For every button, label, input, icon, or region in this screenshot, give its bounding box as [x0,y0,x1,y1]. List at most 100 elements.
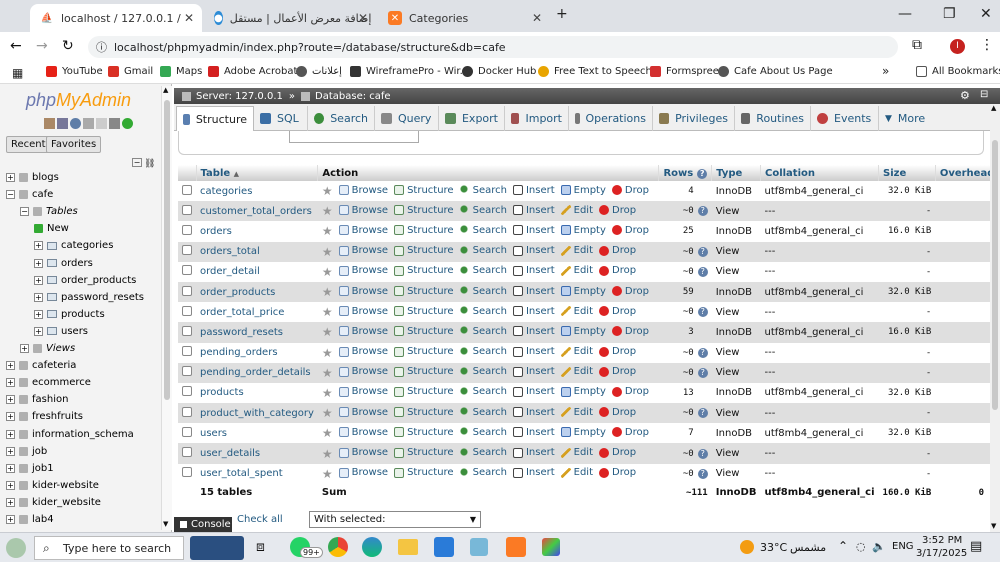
volume-icon[interactable]: 🔈 [872,540,886,553]
expand-icon[interactable]: + [6,497,15,507]
bookmark-wireframepro[interactable]: WireframePro - Wir... [350,66,469,77]
table-name-link[interactable]: user_total_spent [196,463,318,484]
structure-action[interactable]: Structure [394,245,454,256]
row-checkbox[interactable] [182,406,192,417]
network-icon[interactable]: ◌ [856,540,866,553]
breadcrumb-server[interactable]: Server: 127.0.0.1 [196,91,283,102]
expand-icon[interactable]: + [6,463,15,473]
insert-action[interactable]: Insert [512,326,555,337]
tab-more[interactable]: ▼ More [879,106,939,131]
file-explorer-icon[interactable] [398,539,418,555]
row-checkbox[interactable] [182,245,192,256]
help-icon[interactable]: ? [697,307,708,318]
insert-action[interactable]: Insert [512,225,555,236]
insert-action[interactable]: Insert [512,245,555,256]
row-checkbox[interactable] [182,224,192,235]
menu-kebab-icon[interactable]: ⋮ [980,37,994,53]
tab-operations[interactable]: Operations [569,106,653,131]
browse-action[interactable]: Browse [338,265,388,276]
table-name-link[interactable]: order_products [196,281,318,303]
tree-item-cafe[interactable]: − cafe [6,189,53,200]
expand-icon[interactable]: + [34,258,43,268]
table-name-link[interactable]: customer_total_orders [196,201,318,222]
copy-icon[interactable] [96,118,107,129]
col-rows[interactable]: Rows? [658,165,713,181]
search-action[interactable]: Search [459,265,507,276]
empty-action[interactable]: Empty [560,386,606,397]
console-toggle[interactable]: Console [174,517,232,532]
search-action[interactable]: Search [459,245,507,256]
favorite-star-icon[interactable]: ★ [322,285,333,299]
tree-item-views[interactable]: + Views [20,343,75,354]
drop-action[interactable]: Drop [599,407,636,418]
edit-action[interactable]: Edit [560,245,593,256]
browse-action[interactable]: Browse [338,185,388,196]
drop-action[interactable]: Drop [611,326,649,337]
help-icon[interactable]: ? [697,468,708,479]
help-icon[interactable]: ? [697,448,708,459]
tree-item-tables[interactable]: − Tables [20,206,78,217]
favorite-star-icon[interactable]: ★ [322,346,333,360]
table-name-link[interactable]: user_details [196,443,318,464]
chevron-up-icon[interactable]: ⌃ [838,539,848,553]
help-icon[interactable]: ? [697,347,708,358]
structure-action[interactable]: Structure [394,306,454,317]
structure-action[interactable]: Structure [394,427,454,438]
search-action[interactable]: Search [459,346,507,357]
expand-icon[interactable]: + [34,309,43,319]
insert-action[interactable]: Insert [512,467,555,478]
taskbar-thumbnail[interactable] [190,536,244,560]
search-action[interactable]: Search [459,366,507,377]
bookmark-maps[interactable]: Maps [160,66,202,77]
search-action[interactable]: Search [459,386,507,397]
favorite-star-icon[interactable]: ★ [322,447,333,461]
expand-icon[interactable]: + [6,515,15,524]
col-overhead[interactable]: Overhead [935,165,990,181]
bookmark-formspree[interactable]: Formspree [650,66,719,77]
link-icon[interactable]: ⛓ [144,159,155,169]
tab-search[interactable]: Search [308,106,375,131]
expand-icon[interactable]: + [6,480,15,490]
insert-action[interactable]: Insert [512,386,555,397]
reload-icon[interactable]: ↻ [62,38,74,54]
docs-icon[interactable] [83,118,94,129]
expand-icon[interactable]: + [34,292,43,302]
edit-action[interactable]: Edit [560,346,593,357]
help-icon[interactable]: ? [697,266,708,277]
search-action[interactable]: Search [459,306,507,317]
bookmarks-more[interactable]: » [882,64,889,78]
browse-action[interactable]: Browse [338,326,388,337]
drop-action[interactable]: Drop [599,265,636,276]
breadcrumb-database[interactable]: Database: cafe [315,91,391,102]
empty-action[interactable]: Empty [560,286,606,297]
tree-item-lab4[interactable]: + lab4 [6,514,54,525]
search-action[interactable]: Search [459,326,507,337]
scroll-down-icon[interactable]: ▼ [163,520,168,528]
tree-item-job[interactable]: + job [6,446,47,457]
apps-grid-icon[interactable]: ▦ [12,66,23,80]
expand-icon[interactable]: + [6,378,15,388]
col-table[interactable]: Table ▲ [196,165,319,181]
browser-tab-mostaql[interactable]: ● إضافة معرض الأعمال | مستقل ✕ [204,4,376,32]
favorite-star-icon[interactable]: ★ [322,305,333,319]
drop-action[interactable]: Drop [611,185,649,196]
structure-action[interactable]: Structure [394,447,454,458]
table-name-link[interactable]: categories [196,181,318,202]
row-checkbox[interactable] [182,325,192,336]
bookmark-adobe[interactable]: Adobe Acrobat [208,66,297,77]
bookmark-dockerhub[interactable]: Docker Hub [462,66,536,77]
favorite-star-icon[interactable]: ★ [322,204,333,218]
insert-action[interactable]: Insert [512,306,555,317]
favorite-star-icon[interactable]: ★ [322,325,333,339]
favorite-star-icon[interactable]: ★ [322,386,333,400]
search-action[interactable]: Search [459,225,507,236]
browser-tab-categories[interactable]: ✕ Categories ✕ [378,4,550,32]
edit-action[interactable]: Edit [560,467,593,478]
empty-action[interactable]: Empty [560,427,606,438]
scroll-thumb[interactable] [164,100,170,400]
table-name-link[interactable]: order_total_price [196,302,318,323]
tab-import[interactable]: Import [505,106,569,131]
favorite-star-icon[interactable]: ★ [322,426,333,440]
close-icon[interactable]: ✕ [358,11,368,25]
close-icon[interactable]: ✕ [184,11,194,25]
